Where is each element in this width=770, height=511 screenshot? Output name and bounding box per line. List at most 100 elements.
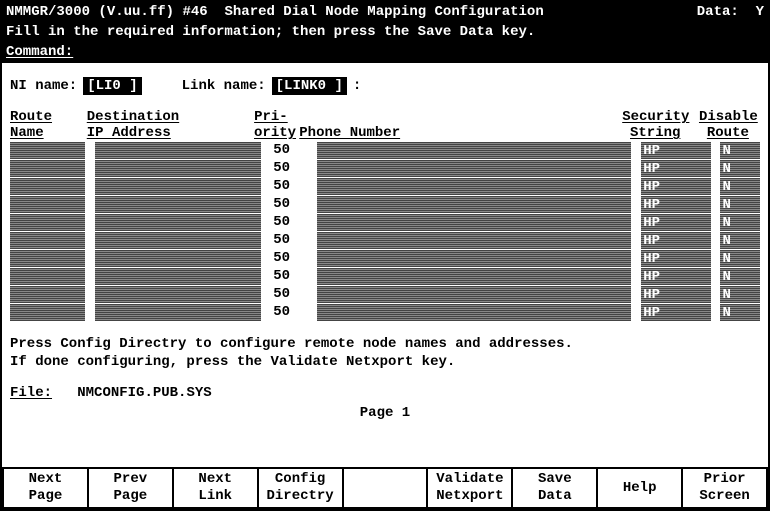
column-headers-row2: Name IP Address ority Phone Number Strin… [10,125,760,141]
disable-route-input[interactable]: N [720,232,760,249]
disable-route-input[interactable]: N [720,268,760,285]
priority-input[interactable]: 50 [271,286,307,303]
dest-ip-input[interactable] [95,268,261,285]
phone-number-input[interactable] [317,214,632,231]
table-row: 50 HP N [10,196,760,213]
phone-number-input[interactable] [317,286,632,303]
function-key-bar: NextPagePrevPageNextLinkConfigDirectry Va… [2,467,768,509]
fkey-7[interactable]: SaveData [513,469,598,507]
file-label: File: [10,385,52,401]
page-indicator: Page 1 [10,405,760,421]
dest-ip-input[interactable] [95,232,261,249]
priority-input[interactable]: 50 [271,268,307,285]
mapping-table: 50 HP N 50 HP N 50 HP N 50 HP N 50 HP N 50 HP N 50 HP N 50 HP N… [10,142,760,321]
app-name: NMMGR/3000 [6,4,90,20]
route-name-input[interactable] [10,142,85,159]
disable-route-input[interactable]: N [720,286,760,303]
phone-number-input[interactable] [317,304,632,321]
route-name-input[interactable] [10,196,85,213]
phone-number-input[interactable] [317,160,632,177]
priority-input[interactable]: 50 [271,142,307,159]
table-row: 50 HP N [10,250,760,267]
security-string-input[interactable]: HP [641,142,710,159]
priority-input[interactable]: 50 [271,160,307,177]
disable-route-input[interactable]: N [720,196,760,213]
dest-ip-input[interactable] [95,214,261,231]
table-row: 50 HP N [10,160,760,177]
route-name-input[interactable] [10,286,85,303]
table-row: 50 HP N [10,304,760,321]
dest-ip-input[interactable] [95,286,261,303]
screen-id: #46 [182,4,207,20]
disable-route-input[interactable]: N [720,142,760,159]
dest-ip-input[interactable] [95,250,261,267]
link-suffix: : [353,78,361,94]
link-name-label: Link name: [182,78,266,94]
ni-name-label: NI name: [10,78,77,94]
priority-input[interactable]: 50 [271,214,307,231]
title-bar: NMMGR/3000 (V.uu.ff) #46 Shared Dial Nod… [2,2,768,22]
fkey-9[interactable]: PriorScreen [683,469,766,507]
priority-input[interactable]: 50 [271,232,307,249]
phone-number-input[interactable] [317,178,632,195]
data-label: Data: [697,4,739,20]
phone-number-input[interactable] [317,196,632,213]
link-name-input[interactable]: [LINK0 ] [272,77,347,95]
security-string-input[interactable]: HP [641,214,710,231]
disable-route-input[interactable]: N [720,214,760,231]
security-string-input[interactable]: HP [641,178,710,195]
disable-route-input[interactable]: N [720,250,760,267]
security-string-input[interactable]: HP [641,286,710,303]
phone-number-input[interactable] [317,250,632,267]
priority-input[interactable]: 50 [271,250,307,267]
help-line-2: If done configuring, press the Validate … [10,353,760,371]
phone-number-input[interactable] [317,232,632,249]
priority-input[interactable]: 50 [271,196,307,213]
table-row: 50 HP N [10,232,760,249]
route-name-input[interactable] [10,232,85,249]
dest-ip-input[interactable] [95,142,261,159]
fkey-6[interactable]: ValidateNetxport [428,469,513,507]
phone-number-input[interactable] [317,268,632,285]
fkey-3[interactable]: NextLink [174,469,259,507]
security-string-input[interactable]: HP [641,232,710,249]
help-line-1: Press Config Directry to configure remot… [10,335,760,353]
security-string-input[interactable]: HP [641,304,710,321]
dest-ip-input[interactable] [95,304,261,321]
route-name-input[interactable] [10,268,85,285]
disable-route-input[interactable]: N [720,178,760,195]
security-string-input[interactable]: HP [641,250,710,267]
app-version: (V.uu.ff) [98,4,174,20]
route-name-input[interactable] [10,178,85,195]
fkey-5 [344,469,429,507]
security-string-input[interactable]: HP [641,268,710,285]
column-headers-row1: Route Destination Pri- Security Disable [10,109,760,125]
security-string-input[interactable]: HP [641,196,710,213]
data-value: Y [756,4,764,20]
dest-ip-input[interactable] [95,196,261,213]
security-string-input[interactable]: HP [641,160,710,177]
priority-input[interactable]: 50 [271,178,307,195]
ni-name-input[interactable]: [LI0 ] [83,77,141,95]
table-row: 50 HP N [10,178,760,195]
dest-ip-input[interactable] [95,178,261,195]
route-name-input[interactable] [10,160,85,177]
disable-route-input[interactable]: N [720,160,760,177]
fkey-8[interactable]: Help [598,469,683,507]
command-label[interactable]: Command: [6,44,73,60]
fkey-2[interactable]: PrevPage [89,469,174,507]
screen-title: Shared Dial Node Mapping Configuration [224,4,543,20]
phone-number-input[interactable] [317,142,632,159]
priority-input[interactable]: 50 [271,304,307,321]
fkey-4[interactable]: ConfigDirectry [259,469,344,507]
route-name-input[interactable] [10,250,85,267]
dest-ip-input[interactable] [95,160,261,177]
route-name-input[interactable] [10,304,85,321]
disable-route-input[interactable]: N [720,304,760,321]
route-name-input[interactable] [10,214,85,231]
fkey-1[interactable]: NextPage [4,469,89,507]
table-row: 50 HP N [10,286,760,303]
file-value: NMCONFIG.PUB.SYS [77,385,211,401]
instruction-text: Fill in the required information; then p… [2,22,768,42]
table-row: 50 HP N [10,268,760,285]
